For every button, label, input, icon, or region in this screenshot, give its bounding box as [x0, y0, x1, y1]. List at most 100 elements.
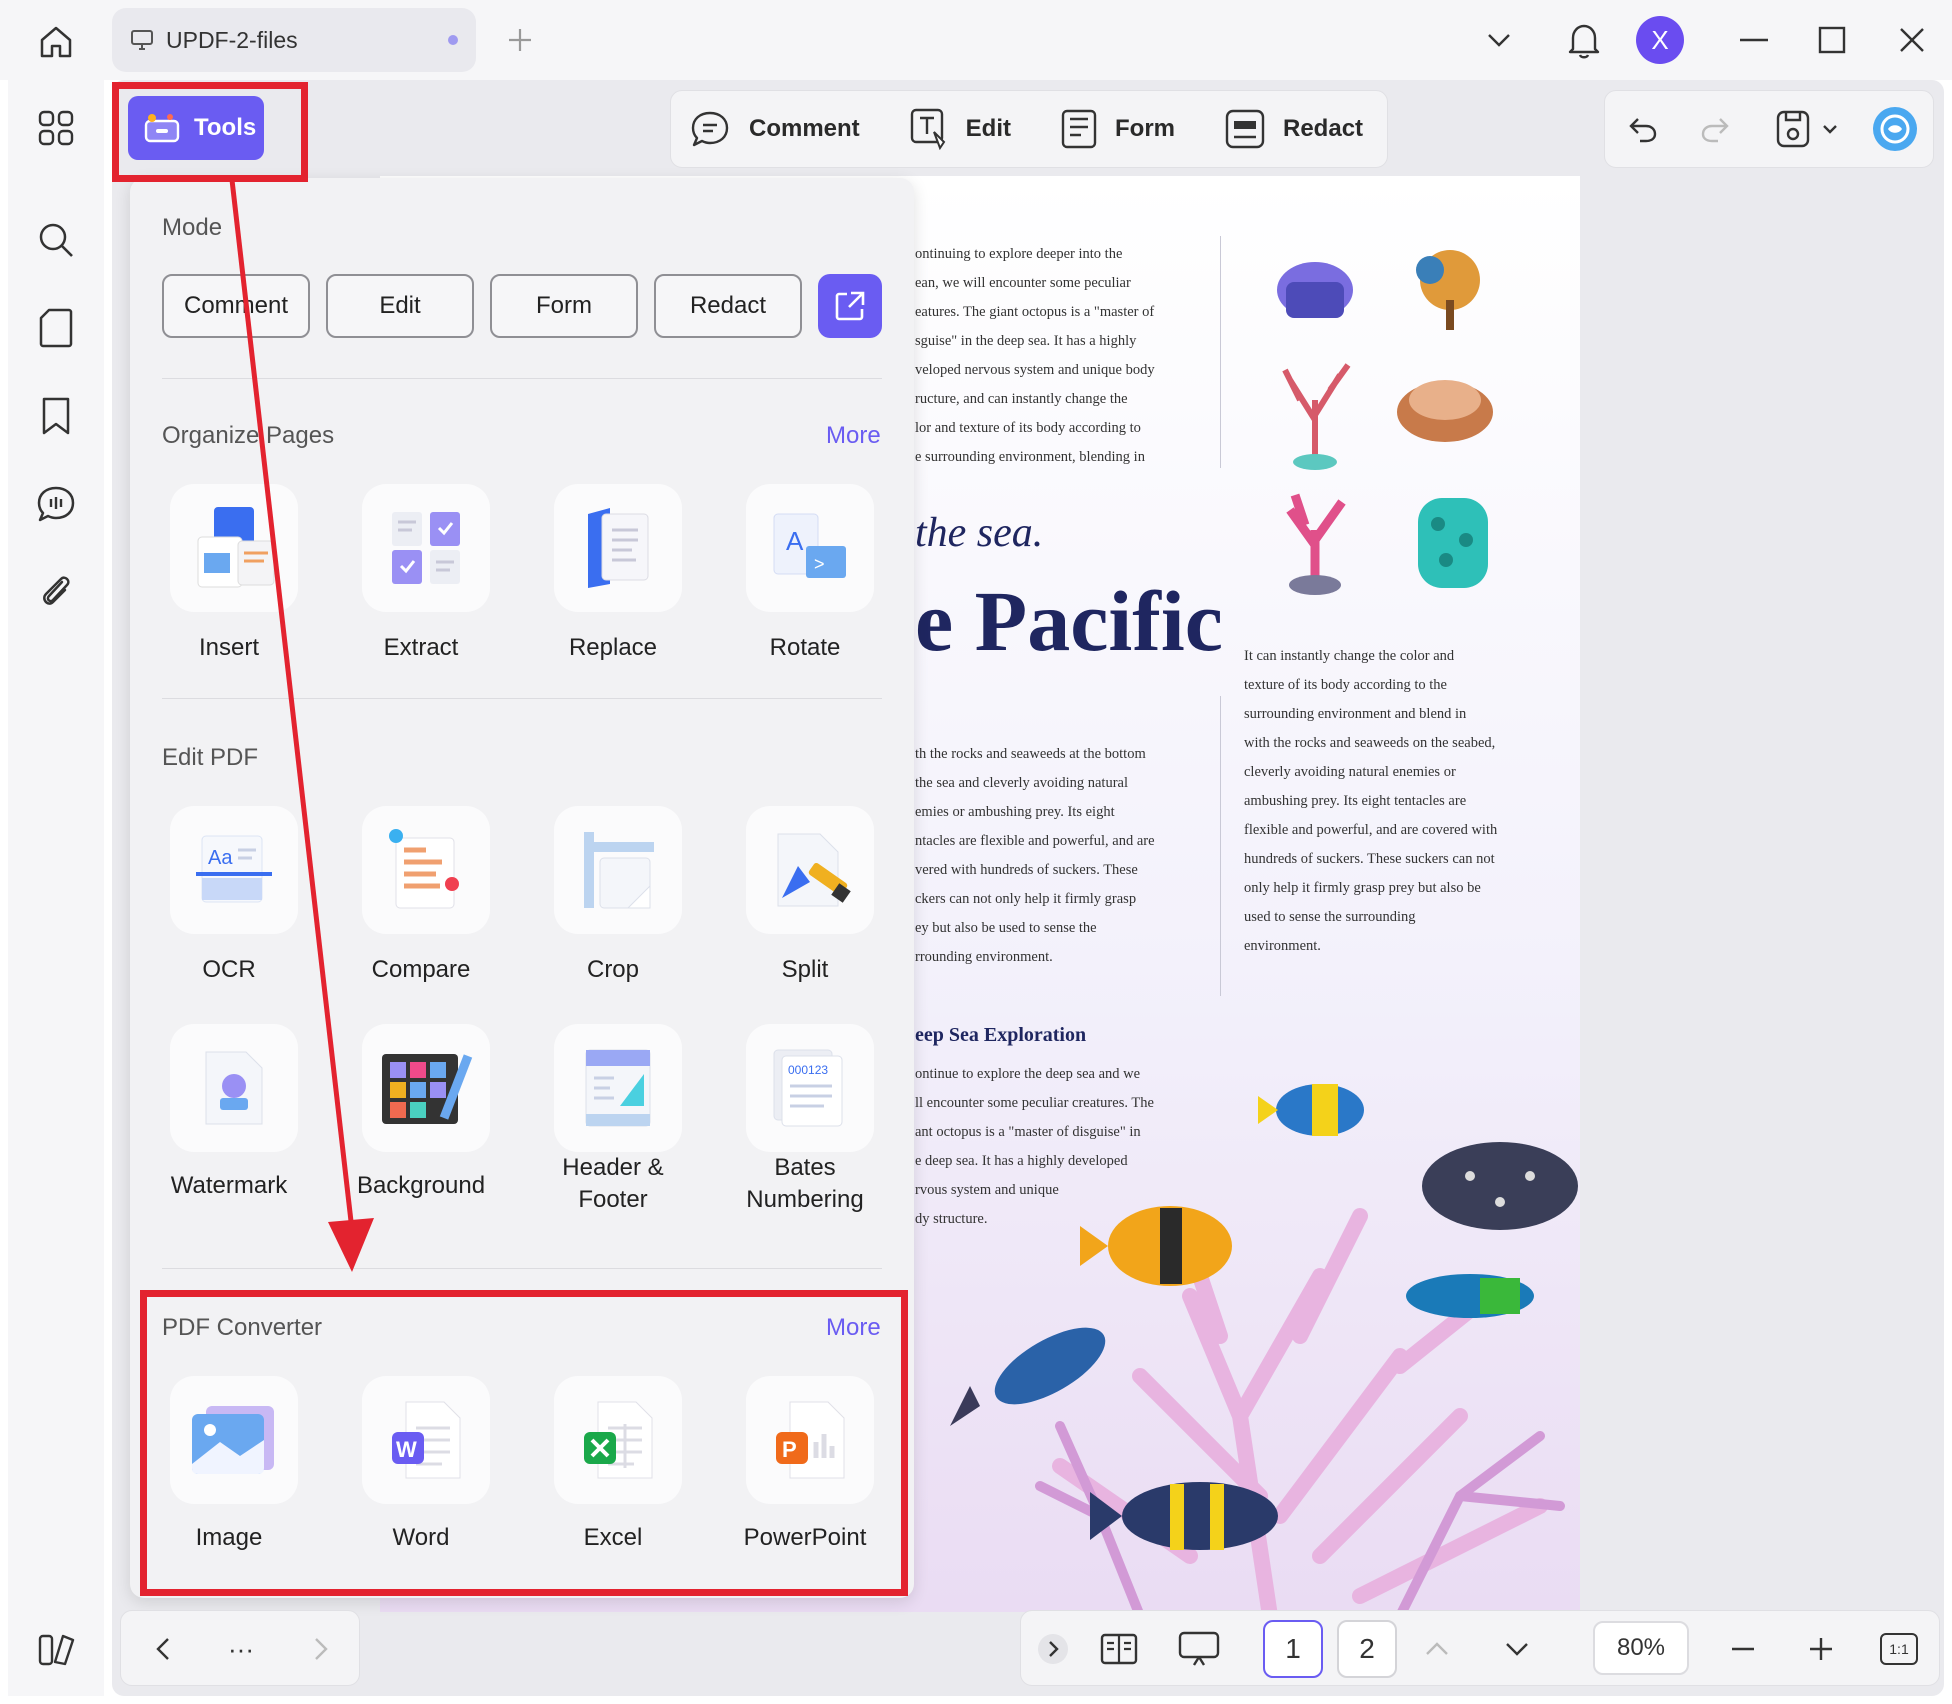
mode-redact-button[interactable]: Redact [654, 274, 802, 338]
form-mode-button[interactable]: Form [1061, 109, 1175, 149]
organize-pages-title: Organize Pages [162, 422, 335, 449]
page-2-button[interactable]: 2 [1337, 1620, 1397, 1678]
comments-button[interactable] [28, 476, 84, 532]
svg-text:Aa: Aa [208, 847, 233, 869]
minimize-icon [1740, 38, 1768, 42]
ocr-tool-button[interactable]: Aa [170, 806, 298, 934]
search-button[interactable] [28, 212, 84, 268]
ai-assistant-button[interactable] [1871, 105, 1919, 153]
title-bar: UPDF-2-files X [0, 0, 1952, 80]
minimize-button[interactable] [1726, 10, 1782, 70]
rotate-tool-label: Rotate [769, 634, 841, 661]
save-options-dropdown[interactable] [1815, 105, 1845, 153]
coral-reef-illustration [950, 1084, 1578, 1612]
thumbnails-button[interactable] [28, 100, 84, 156]
mode-comment-button[interactable]: Comment [162, 274, 310, 338]
plus-icon [509, 29, 531, 51]
save-icon [1776, 110, 1810, 148]
mode-edit-button[interactable]: Edit [326, 274, 474, 338]
redo-icon [1701, 118, 1729, 143]
background-icon [382, 1054, 473, 1124]
presentation-button[interactable] [1171, 1623, 1227, 1675]
previous-page-button[interactable] [1415, 1623, 1459, 1675]
page-1-button[interactable]: 1 [1263, 1620, 1323, 1678]
zoom-in-button[interactable] [1799, 1623, 1843, 1675]
edit-mode-button[interactable]: Edit [910, 108, 1011, 150]
save-button[interactable] [1769, 105, 1817, 153]
split-tool-label: Split [781, 956, 829, 983]
library-icon [38, 1634, 75, 1666]
header-footer-tool-button[interactable] [554, 1024, 682, 1152]
actual-size-button[interactable]: 1:1 [1873, 1623, 1925, 1675]
mode-form-button[interactable]: Form [490, 274, 638, 338]
pages-button[interactable] [28, 300, 84, 356]
form-mode-label: Form [1115, 115, 1175, 142]
compare-tool-button[interactable] [362, 806, 490, 934]
watermark-icon [205, 1051, 263, 1125]
redo-button[interactable] [1691, 105, 1739, 153]
maximize-button[interactable] [1804, 10, 1860, 70]
previous-button[interactable] [141, 1623, 185, 1675]
edit-text-icon [910, 108, 945, 150]
undo-button[interactable] [1619, 105, 1667, 153]
document-tab[interactable]: UPDF-2-files [112, 8, 476, 72]
crop-tool-label: Crop [586, 956, 640, 983]
rotate-tool-button[interactable]: A > [746, 484, 874, 612]
redact-mode-label: Redact [1283, 115, 1364, 142]
comment-mode-button[interactable]: Comment [689, 109, 860, 149]
next-button[interactable] [299, 1623, 343, 1675]
avatar: X [1636, 16, 1684, 64]
collapse-bar-button[interactable] [1033, 1623, 1073, 1675]
organize-pages-more-link[interactable]: More [826, 422, 881, 450]
compare-icon [389, 829, 459, 909]
bates-numbering-tool-button[interactable]: 000123 [746, 1024, 874, 1152]
insert-tool-button[interactable] [170, 484, 298, 612]
pdf-title: e Pacific [915, 573, 1223, 669]
pdf-divider [1220, 236, 1221, 468]
home-button[interactable] [28, 16, 84, 68]
user-avatar-button[interactable]: X [1632, 10, 1688, 70]
next-page-button[interactable] [1495, 1623, 1539, 1675]
notifications-button[interactable] [1556, 10, 1612, 70]
bates-numbering-tool-label: Bates Numbering [746, 1154, 864, 1213]
watermark-tool-button[interactable] [170, 1024, 298, 1152]
split-tool-button[interactable] [746, 806, 874, 934]
external-link-icon [835, 291, 865, 321]
extract-tool-button[interactable] [362, 484, 490, 612]
monitor-icon [131, 30, 153, 50]
header-footer-icon [585, 1049, 651, 1127]
bookmarks-button[interactable] [28, 388, 84, 444]
pdf-divider [1220, 696, 1221, 996]
updf-cloud-button[interactable] [28, 1622, 84, 1678]
background-tool-button[interactable] [362, 1024, 490, 1152]
new-tab-button[interactable] [496, 16, 544, 64]
tabs-dropdown-button[interactable] [1474, 10, 1524, 70]
zoom-level-field[interactable]: 80% [1593, 1621, 1689, 1675]
maximize-icon [1818, 26, 1846, 54]
pdf-text-right-column: It can instantly change the color and te… [1244, 648, 1498, 954]
rotate-pages-icon: A> [773, 513, 846, 578]
crop-tool-button[interactable] [554, 806, 682, 934]
insert-tool-label: Insert [198, 634, 260, 661]
close-button[interactable] [1884, 10, 1940, 70]
attachments-button[interactable] [28, 564, 84, 620]
redact-icon [1225, 109, 1265, 149]
svg-text:A: A [786, 526, 804, 556]
replace-tool-button[interactable] [554, 484, 682, 612]
document-tab-label: UPDF-2-files [166, 26, 298, 53]
mode-section-title: Mode [162, 214, 223, 241]
redact-mode-button[interactable]: Redact [1225, 109, 1363, 149]
header-footer-tool-label: Header & Footer [562, 1154, 664, 1213]
zoom-out-button[interactable] [1721, 1623, 1765, 1675]
page-layout-button[interactable] [1091, 1623, 1147, 1675]
more-options-button[interactable]: ··· [217, 1623, 265, 1675]
extract-pages-icon [392, 512, 460, 584]
left-sidebar [8, 80, 104, 1696]
pdf-converter-highlight-box [140, 1290, 908, 1596]
pdf-text-column-2: th the rocks and seaweeds at the bottom … [915, 746, 1155, 965]
tools-highlight-box [112, 82, 308, 182]
open-in-window-button[interactable] [818, 274, 882, 338]
extract-tool-label: Extract [383, 634, 459, 661]
page-zoom-bar: 1 2 80% 1:1 [1020, 1610, 1940, 1686]
actual-size-icon: 1:1 [1880, 1633, 1918, 1665]
